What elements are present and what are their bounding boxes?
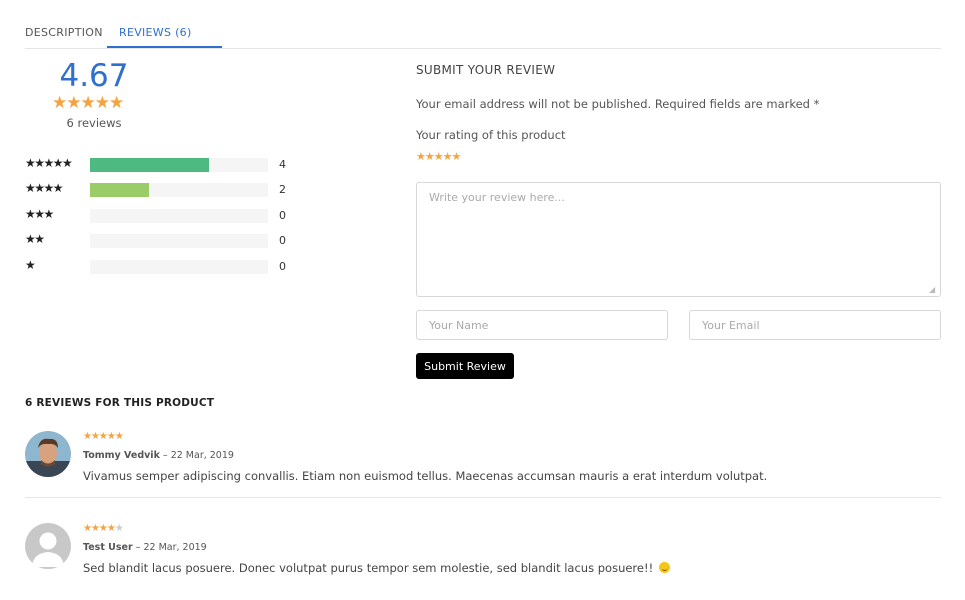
review-author: Tommy Vedvik [83,450,160,461]
review-stars-filled: ★★★★ [83,523,116,534]
tab-description[interactable]: DESCRIPTION [25,26,103,39]
active-tab-indicator [107,46,222,48]
default-avatar-icon [25,523,71,569]
review-body-text: Sed blandit lacus posuere. Donec volutpa… [83,561,654,575]
smile-emoji-icon [658,562,670,573]
user-photo-avatar [25,431,71,477]
average-stars: ★★★★★ [52,93,124,113]
rating-star-selector[interactable]: ★★★★★ [416,150,461,163]
rating-bar-track [90,183,268,197]
row-stars: ★★★★ [25,181,64,195]
rating-bar-fill [90,183,150,197]
review-meta: Test User – 22 Mar, 2019 [83,542,207,553]
rating-bar-fill [90,158,209,172]
row-count: 2 [279,183,286,196]
rating-bar-track [90,158,268,172]
review-body: Sed blandit lacus posuere. Donec volutpa… [83,561,670,575]
row-count: 4 [279,158,286,171]
rating-label: Your rating of this product [416,128,566,142]
privacy-notice: Your email address will not be published… [416,97,820,111]
rating-bar-track [90,234,268,248]
row-stars: ★ [25,258,36,272]
reviews-heading: 6 REVIEWS FOR THIS PRODUCT [25,397,215,409]
review-stars-filled: ★★★★★ [83,431,124,442]
submit-review-button[interactable]: Submit Review [416,353,514,379]
user-photo-icon [25,431,71,477]
review-date: – 22 Mar, 2019 [135,542,207,553]
row-count: 0 [279,209,286,222]
submit-review-title: SUBMIT YOUR REVIEW [416,63,556,77]
review-divider [25,497,941,498]
rating-bar-track [90,209,268,223]
tab-reviews[interactable]: REVIEWS (6) [119,26,192,39]
row-count: 0 [279,260,286,273]
review-textarea[interactable] [416,182,941,297]
tab-bar: DESCRIPTION REVIEWS (6) [25,18,941,49]
email-input[interactable] [689,310,941,340]
row-stars: ★★ [25,232,45,246]
review-stars: ★★★★★ [83,431,124,442]
rating-bar-track [90,260,268,274]
row-count: 0 [279,234,286,247]
review-count: 6 reviews [66,116,122,130]
review-author: Test User [83,542,133,553]
name-input[interactable] [416,310,668,340]
default-avatar [25,523,71,569]
resize-handle-icon[interactable]: ◢ [929,285,939,295]
review-body: Vivamus semper adipiscing convallis. Eti… [83,469,768,483]
row-stars: ★★★ [25,207,54,221]
review-stars-empty: ★ [114,523,124,534]
review-meta: Tommy Vedvik – 22 Mar, 2019 [83,450,234,461]
average-rating: 4.67 [59,58,129,94]
row-stars: ★★★★★ [25,156,73,170]
review-stars: ★★★★★ [83,523,124,534]
review-date: – 22 Mar, 2019 [162,450,234,461]
